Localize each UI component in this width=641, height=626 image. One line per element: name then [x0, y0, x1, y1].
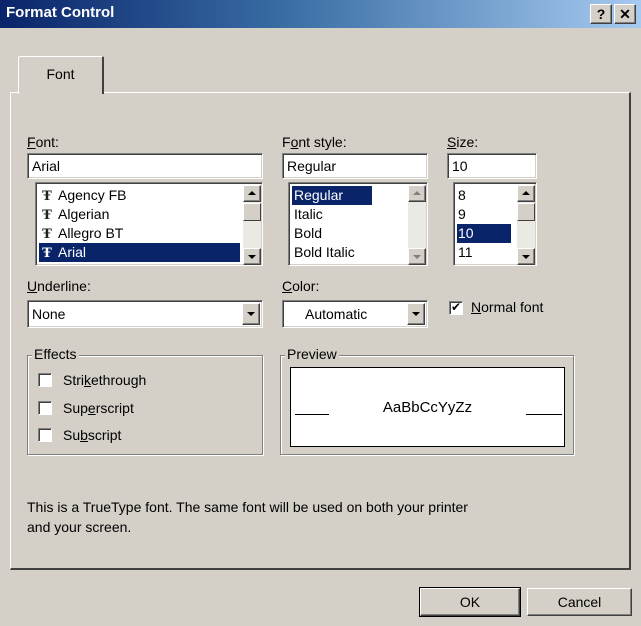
chevron-down-icon: [412, 312, 420, 316]
size-input[interactable]: 10: [447, 153, 537, 179]
scroll-up-button[interactable]: [517, 185, 535, 202]
scroll-down-button[interactable]: [243, 248, 261, 265]
font-style-item-selected[interactable]: Regular: [292, 186, 372, 205]
arrow-down-icon: [413, 254, 421, 259]
font-label: Font:: [27, 134, 59, 150]
effects-legend: Effects: [32, 346, 79, 362]
check-icon: ✔: [450, 300, 462, 314]
font-input[interactable]: Arial: [27, 153, 263, 179]
size-list-scrollbar[interactable]: [517, 185, 535, 265]
size-list-item[interactable]: 11: [457, 243, 513, 262]
size-list-item[interactable]: 8: [457, 186, 513, 205]
scroll-down-button[interactable]: [517, 248, 535, 265]
title-bar: Format Control ? ✕: [0, 0, 641, 28]
color-combo[interactable]: Automatic: [282, 300, 428, 328]
underline-value: None: [32, 306, 66, 322]
arrow-up-icon: [522, 190, 530, 195]
chevron-down-icon: [247, 312, 255, 316]
font-style-list[interactable]: Regular Italic Bold Bold Italic: [288, 182, 428, 266]
ok-button[interactable]: OK: [419, 587, 521, 617]
help-button[interactable]: ?: [590, 4, 612, 24]
normal-font-label: Normal font: [471, 299, 544, 315]
preview-legend: Preview: [285, 346, 339, 362]
superscript-label: Superscript: [63, 400, 134, 416]
window-title: Format Control: [6, 4, 115, 21]
scroll-up-button[interactable]: [408, 185, 426, 202]
arrow-up-icon: [248, 190, 256, 195]
font-style-item[interactable]: Bold: [292, 224, 402, 243]
size-list-item[interactable]: 9: [457, 205, 513, 224]
preview-sample: AaBbCcYyZz: [382, 399, 473, 416]
size-list-item-selected[interactable]: 10: [457, 224, 511, 243]
font-list[interactable]: Ŧ Agency FB Ŧ Algerian Ŧ Allegro BT Ŧ Arial: [35, 182, 263, 266]
close-button[interactable]: ✕: [614, 4, 636, 24]
tab-font[interactable]: Font: [18, 56, 104, 94]
underline-combo[interactable]: None: [27, 300, 263, 328]
cancel-button[interactable]: Cancel: [527, 588, 632, 616]
scroll-thumb[interactable]: [517, 203, 535, 221]
scroll-up-button[interactable]: [243, 185, 261, 202]
scroll-thumb[interactable]: [243, 203, 261, 221]
font-list-item-selected[interactable]: Ŧ Arial: [39, 243, 240, 262]
font-style-label: Font style:: [282, 134, 347, 150]
scroll-down-button[interactable]: [408, 248, 426, 265]
truetype-icon: Ŧ: [42, 227, 52, 242]
font-style-scrollbar[interactable]: [408, 185, 426, 265]
preview-box: AaBbCcYyZz: [290, 367, 565, 447]
info-text: This is a TrueType font. The same font w…: [27, 499, 468, 535]
color-value: Automatic: [305, 306, 368, 322]
truetype-icon: Ŧ: [42, 246, 52, 261]
font-list-scrollbar[interactable]: [243, 185, 261, 265]
strikethrough-label: Strikethrough: [63, 372, 147, 388]
subscript-label: Subscript: [63, 427, 122, 443]
font-style-input[interactable]: Regular: [282, 153, 428, 179]
truetype-icon: Ŧ: [42, 208, 52, 223]
subscript-checkbox[interactable]: [38, 428, 52, 442]
arrow-up-icon: [413, 190, 421, 195]
underline-dropdown-button[interactable]: [242, 303, 260, 325]
underline-label: Underline:: [27, 278, 91, 294]
color-dropdown-button[interactable]: [407, 303, 425, 325]
arrow-down-icon: [248, 254, 256, 259]
font-style-item[interactable]: Bold Italic: [292, 243, 402, 262]
strikethrough-checkbox[interactable]: [38, 373, 52, 387]
color-label: Color:: [282, 278, 320, 294]
size-list[interactable]: 8 9 10 11: [453, 182, 537, 266]
normal-font-checkbox[interactable]: ✔: [449, 301, 463, 315]
truetype-icon: Ŧ: [42, 189, 52, 204]
size-label: Size:: [447, 134, 479, 150]
font-list-item[interactable]: Ŧ Agency FB: [39, 186, 243, 205]
font-list-item[interactable]: Ŧ Allegro BT: [39, 224, 243, 243]
font-list-item[interactable]: Ŧ Algerian: [39, 205, 243, 224]
superscript-checkbox[interactable]: [38, 401, 52, 415]
font-style-item[interactable]: Italic: [292, 205, 402, 224]
arrow-down-icon: [522, 254, 530, 259]
